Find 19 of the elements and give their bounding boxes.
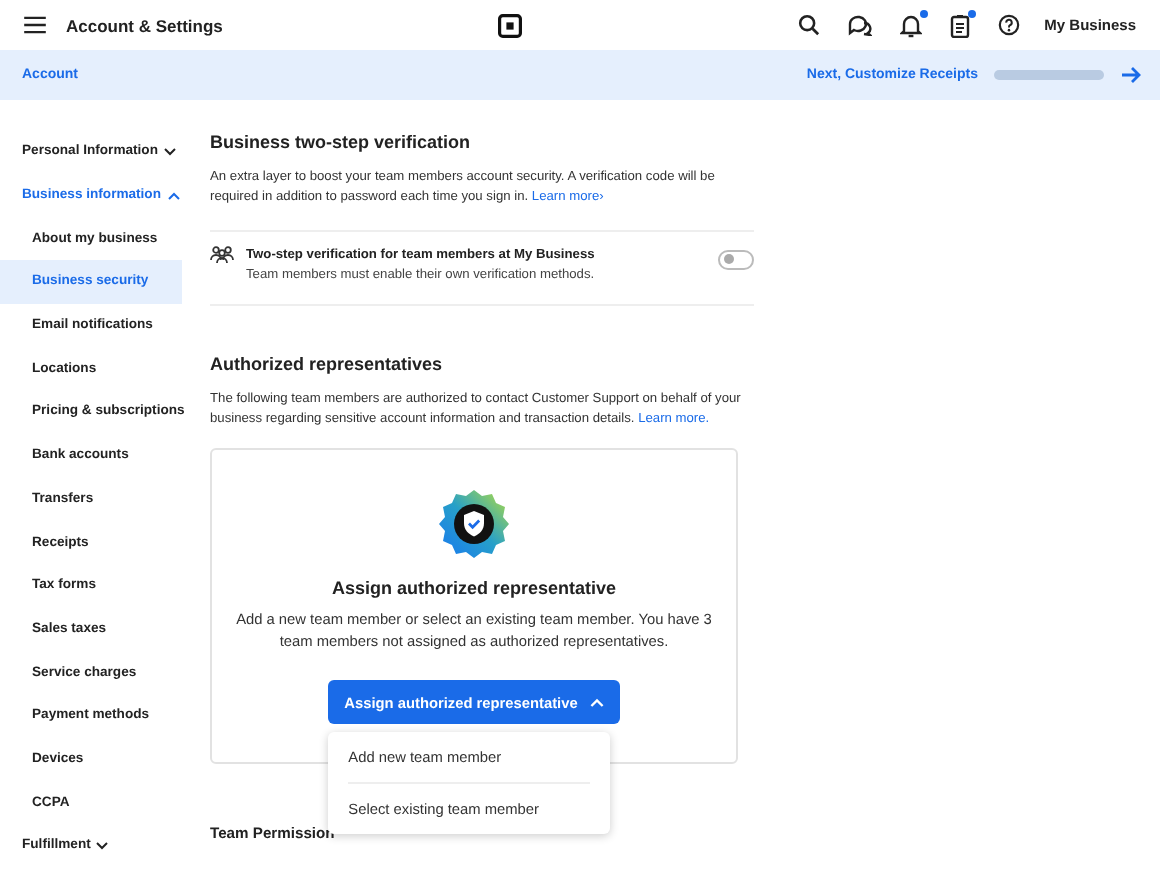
chevron-icon [163, 147, 176, 156]
team-icon [210, 245, 234, 264]
card-title: Assign authorized representative [331, 578, 617, 599]
bell-icon[interactable] [900, 13, 923, 37]
chevron-icon [96, 841, 109, 850]
shield-badge-icon [438, 488, 510, 561]
search-icon[interactable] [798, 14, 821, 36]
chevron-icon [589, 697, 604, 708]
menu-icon[interactable] [24, 16, 46, 34]
section-heading: Authorized representatives [210, 353, 445, 374]
clipboard-icon[interactable] [950, 13, 971, 37]
toggle-switch[interactable] [718, 249, 754, 270]
page-title: Account & Settings [66, 15, 223, 35]
help-icon[interactable] [998, 14, 1021, 36]
arrow-right-icon[interactable] [1122, 66, 1142, 84]
chat-bubbles-icon[interactable] [848, 14, 873, 36]
square-logo-icon [498, 13, 523, 37]
section-heading: Business two-step verification [210, 132, 473, 152]
chevron-icon [167, 191, 179, 200]
